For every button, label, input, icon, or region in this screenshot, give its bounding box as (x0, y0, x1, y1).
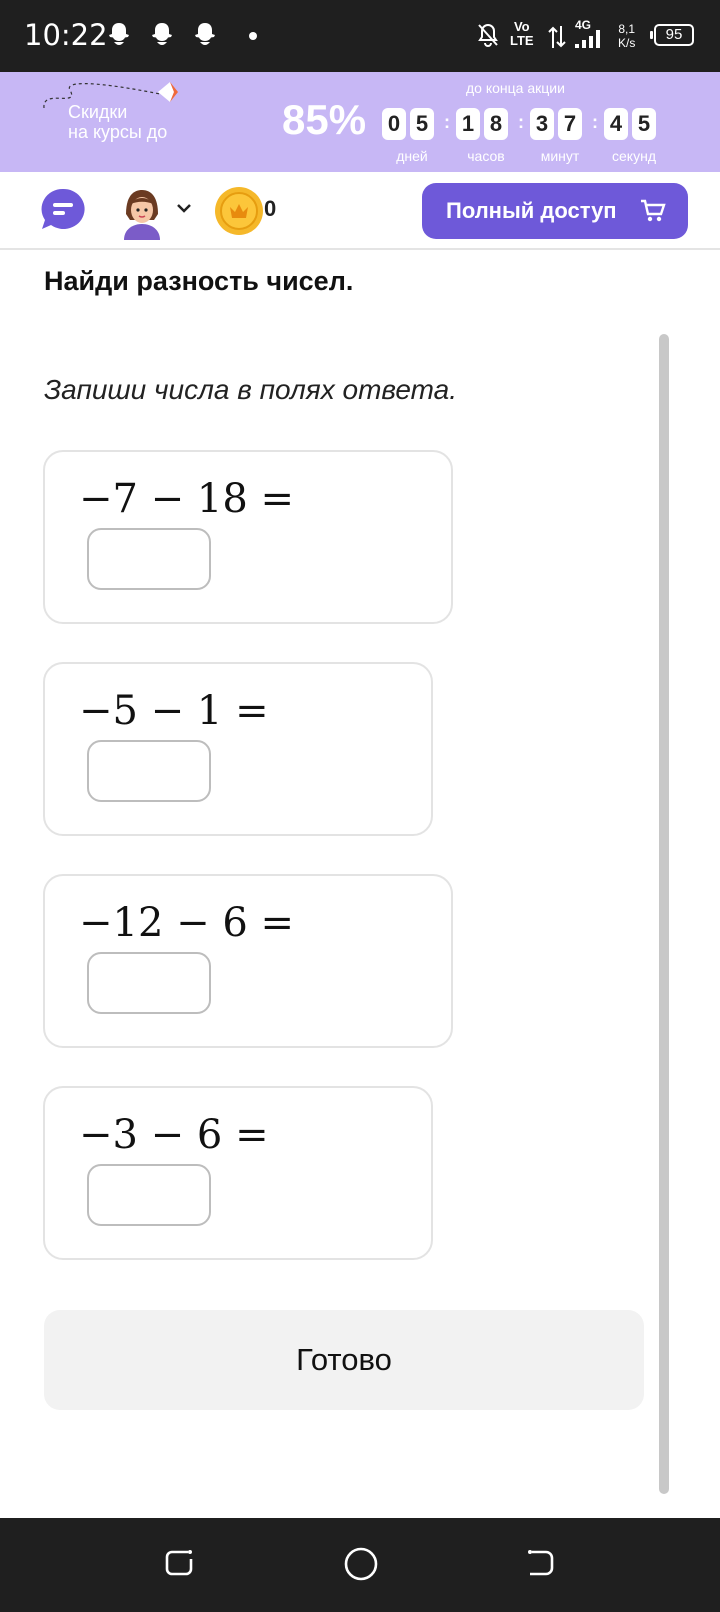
volte-top: Vo (513, 19, 530, 34)
network-speed: 8,1 K/s (618, 22, 635, 50)
countdown-days-label: дней (396, 148, 428, 164)
promo-banner[interactable]: Скидки на курсы до 85% до конца акции 0 … (0, 72, 720, 172)
bell-muted-icon (478, 23, 498, 47)
notification-dot (249, 32, 257, 40)
countdown-separator: : (518, 112, 524, 132)
countdown-hours-label: часов (467, 148, 505, 164)
full-access-label: Полный доступ (446, 198, 617, 223)
promo-until-label: до конца акции (466, 80, 565, 96)
back-icon[interactable] (524, 1546, 558, 1580)
status-time: 10:22 (24, 18, 108, 52)
chevron-down-icon[interactable] (176, 202, 192, 214)
promo-percent: 85% (282, 96, 367, 143)
done-button[interactable]: Готово (44, 1310, 644, 1410)
snapchat-icon (195, 23, 215, 45)
countdown-digit: 3 (530, 108, 554, 140)
scrollbar[interactable] (659, 334, 669, 1494)
recent-apps-icon[interactable] (162, 1546, 196, 1580)
answer-field[interactable] (87, 528, 211, 590)
countdown-separator: : (444, 112, 450, 132)
promo-text: Скидки на курсы до (68, 102, 167, 142)
countdown-hours: 1 8 (456, 108, 516, 140)
countdown-digit: 0 (382, 108, 406, 140)
countdown-digit: 7 (558, 108, 582, 140)
problem-card: −12 − 6 = (43, 874, 453, 1048)
problem-expression: −5 − 1 = (79, 688, 269, 734)
data-transfer-icon (548, 26, 566, 48)
problem-card: −5 − 1 = (43, 662, 433, 836)
answer-field[interactable] (87, 1164, 211, 1226)
countdown-minutes-label: минут (540, 148, 580, 164)
volte-bottom: LTE (510, 33, 534, 48)
chat-icon[interactable] (40, 187, 86, 231)
speed-value: 8,1 (618, 22, 636, 36)
volte-indicator: Vo LTE (510, 20, 534, 48)
countdown-digit: 5 (632, 108, 656, 140)
avatar[interactable] (118, 184, 166, 240)
problem-expression: −7 − 18 = (79, 476, 295, 522)
countdown-digit: 1 (456, 108, 480, 140)
speed-unit: K/s (618, 36, 636, 50)
task-title: Найди разность чисел. (44, 266, 354, 296)
home-icon[interactable] (343, 1546, 379, 1582)
coin-count: 0 (264, 196, 277, 221)
countdown-seconds-label: секунд (612, 148, 656, 164)
countdown-seconds: 4 5 (604, 108, 664, 140)
countdown-digit: 4 (604, 108, 628, 140)
promo-text-line2: на курсы до (68, 122, 168, 142)
problem-card: −7 − 18 = (43, 450, 453, 624)
problem-card: −3 − 6 = (43, 1086, 433, 1260)
answer-field[interactable] (87, 952, 211, 1014)
promo-text-line1: Скидки (68, 102, 128, 122)
task-content: Найди разность чисел. Запиши числа в пол… (0, 250, 720, 1518)
signal-icon (575, 30, 600, 48)
countdown-days: 0 5 (382, 108, 442, 140)
top-toolbar: 0 Полный доступ (0, 172, 720, 250)
snapchat-icon (109, 23, 129, 45)
full-access-button[interactable]: Полный доступ (422, 183, 688, 239)
problem-expression: −3 − 6 = (79, 1112, 269, 1158)
coin-icon[interactable] (214, 186, 264, 236)
countdown-digit: 5 (410, 108, 434, 140)
cart-icon (641, 199, 666, 222)
problem-expression: −12 − 6 = (79, 900, 295, 946)
battery-indicator: 95 (650, 24, 694, 46)
countdown-separator: : (592, 112, 598, 132)
snapchat-icon (152, 23, 172, 45)
status-bar: 10:22 Vo LTE 4G 8,1 K/s 95 (0, 0, 720, 72)
answer-field[interactable] (87, 740, 211, 802)
system-nav-bar (0, 1518, 720, 1612)
task-instruction: Запиши числа в полях ответа. (44, 374, 458, 405)
countdown-digit: 8 (484, 108, 508, 140)
countdown-minutes: 3 7 (530, 108, 590, 140)
